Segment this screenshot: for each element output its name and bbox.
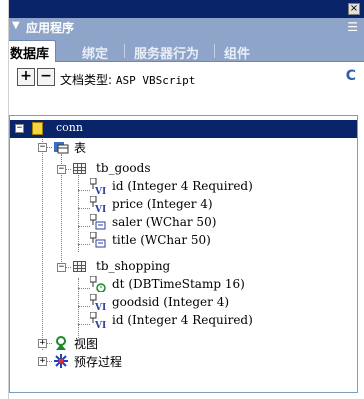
svg-text:VI: VI (94, 303, 106, 310)
tab-separator (124, 44, 125, 58)
panel-title: 应用程序 (26, 21, 75, 35)
close-icon[interactable]: × (348, 3, 360, 15)
integer-column-icon: VI (89, 195, 106, 215)
tab-database[interactable]: 数据库 (3, 40, 57, 62)
add-button[interactable]: + (17, 68, 35, 86)
tab-bar: 数据库 绑定 服务器行为 组件 (0, 36, 364, 62)
integer-column-icon: VI (89, 293, 106, 313)
tree-node-table[interactable]: − tb_goods (10, 160, 357, 178)
collapse-icon[interactable]: − (57, 263, 66, 272)
text-column-icon (89, 231, 106, 248)
views-folder-label: 视图 (74, 337, 99, 351)
integer-column-icon: VI (89, 177, 106, 197)
expand-icon[interactable]: + (38, 339, 47, 348)
tab-separator (214, 44, 215, 58)
collapse-icon[interactable]: − (57, 165, 66, 174)
table-name: tb_goods (96, 161, 151, 175)
tree-node-views[interactable]: + 视图 (10, 334, 357, 352)
tree-node-column[interactable]: saler (WChar 50) (10, 213, 357, 232)
column-label: dt (DBTimeStamp 16) (112, 277, 245, 291)
document-type: 文档类型: ASP VBScript (60, 71, 195, 88)
collapse-arrow-icon[interactable]: ▼ (12, 20, 20, 31)
database-connection-icon (32, 122, 43, 135)
collapse-icon[interactable]: − (15, 124, 24, 133)
collapse-icon[interactable]: − (38, 143, 47, 152)
document-type-value: ASP VBScript (115, 74, 196, 87)
tree-node-tables[interactable]: − 表 (10, 138, 357, 156)
column-label: goodsid (Integer 4) (112, 295, 230, 309)
tree-node-column[interactable]: VI price (Integer 4) (10, 195, 357, 215)
text-column-icon (89, 213, 106, 230)
timestamp-column-icon (89, 275, 106, 293)
svg-text:VI: VI (94, 321, 106, 328)
column-label: id (Integer 4 Required) (112, 313, 253, 327)
tab-bindings[interactable]: 绑定 (76, 41, 114, 62)
database-tree[interactable]: − conn − 表 − tb_goods VI id (Integer 4 R… (9, 115, 358, 393)
table-icon (73, 261, 86, 272)
tree-node-column[interactable]: title (WChar 50) (10, 231, 357, 250)
left-edge (0, 0, 9, 399)
svg-text:VI: VI (94, 187, 106, 194)
panel-options-icon[interactable]: ☰ (347, 20, 358, 34)
refresh-icon[interactable]: C (346, 68, 356, 84)
tree-node-column[interactable]: VI id (Integer 4 Required) (10, 311, 357, 331)
table-icon (73, 163, 86, 174)
tree-node-procedures[interactable]: + 预存过程 (10, 352, 357, 370)
connection-name: conn (56, 121, 83, 134)
view-icon (53, 335, 69, 351)
panel-header[interactable]: ▼ 应用程序 ☰ (0, 18, 364, 36)
column-label: price (Integer 4) (112, 197, 213, 211)
document-type-label: 文档类型: (60, 73, 113, 87)
column-label: saler (WChar 50) (112, 215, 217, 229)
window-titlebar: × (0, 0, 364, 18)
procedures-folder-label: 预存过程 (74, 355, 123, 369)
table-folder-icon (53, 139, 69, 155)
integer-column-icon: VI (89, 311, 106, 331)
expand-icon[interactable]: + (38, 357, 47, 366)
tree-node-column[interactable]: dt (DBTimeStamp 16) (10, 275, 357, 294)
tree-node-connection[interactable]: − conn (10, 120, 357, 138)
tree-node-table[interactable]: − tb_shopping (10, 258, 357, 276)
remove-button[interactable]: − (37, 68, 55, 86)
tab-components[interactable]: 组件 (218, 41, 256, 62)
svg-text:VI: VI (94, 205, 106, 212)
table-name: tb_shopping (96, 259, 171, 273)
tree-node-column[interactable]: VI goodsid (Integer 4) (10, 293, 357, 313)
column-label: title (WChar 50) (112, 233, 211, 247)
toolbar: + − 文档类型: ASP VBScript C (0, 62, 364, 92)
tab-server-behaviors[interactable]: 服务器行为 (128, 41, 205, 62)
stored-procedure-icon (53, 353, 69, 369)
column-label: id (Integer 4 Required) (112, 179, 253, 193)
tree-node-column[interactable]: VI id (Integer 4 Required) (10, 177, 357, 197)
tables-folder-label: 表 (74, 141, 87, 155)
